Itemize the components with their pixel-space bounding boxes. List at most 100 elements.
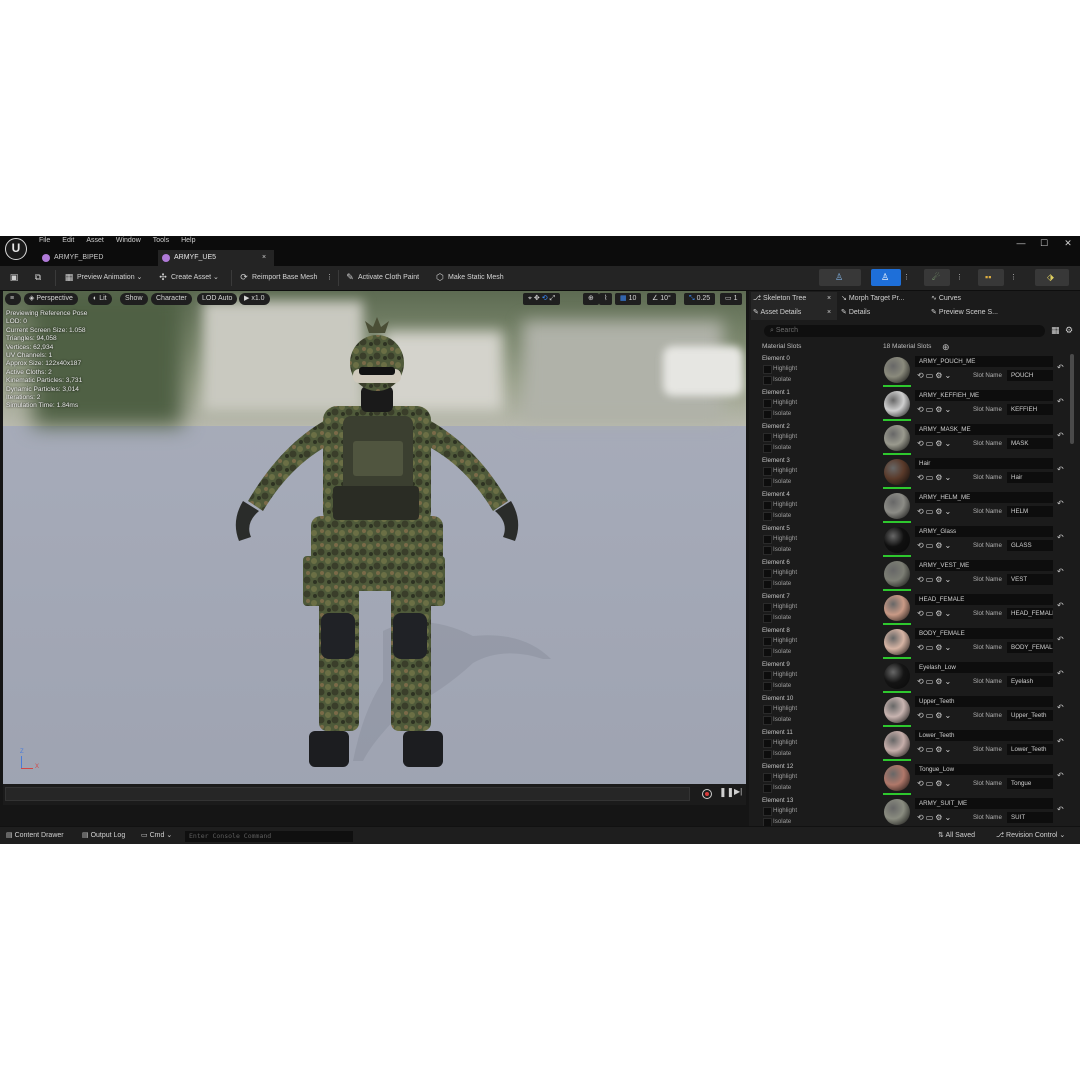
chevron-down-icon[interactable]: ⌄ bbox=[944, 643, 953, 652]
mesh-mode-button[interactable]: ♙ bbox=[871, 269, 901, 286]
close-window-icon[interactable]: ✕ bbox=[1061, 238, 1075, 249]
isolate-checkbox[interactable] bbox=[763, 716, 772, 725]
skeleton-mode-button[interactable]: ♙ bbox=[819, 269, 861, 286]
preview-animation-button[interactable]: ▦ Preview Animation ⌄ bbox=[64, 271, 143, 285]
slot-name-field[interactable]: SUIT bbox=[1007, 812, 1053, 823]
revision-control-button[interactable]: ⎇ Revision Control ⌄ bbox=[996, 830, 1065, 842]
tab-close-icon[interactable]: × bbox=[827, 292, 831, 306]
slot-name-field[interactable]: GLASS bbox=[1007, 540, 1053, 551]
unreal-logo-icon[interactable]: U bbox=[5, 238, 27, 260]
isolate-checkbox[interactable] bbox=[763, 614, 772, 623]
use-selected-icon[interactable]: ⟲ bbox=[917, 405, 926, 414]
material-thumbnail[interactable] bbox=[884, 527, 910, 553]
browse-folder-icon[interactable]: ▭ bbox=[926, 609, 936, 618]
material-asset-picker[interactable]: Hair bbox=[915, 458, 1053, 469]
menu-window[interactable]: Window bbox=[110, 236, 147, 246]
lod-button[interactable]: LOD Auto bbox=[197, 293, 238, 305]
slot-name-field[interactable]: Lower_Teeth bbox=[1007, 744, 1053, 755]
scrollbar[interactable] bbox=[1070, 354, 1074, 444]
scale-snap-button[interactable]: ⤡ 0.25 bbox=[684, 293, 716, 305]
reset-to-default-icon[interactable]: ↶ bbox=[1057, 431, 1064, 440]
chevron-down-icon[interactable]: ⌄ bbox=[944, 745, 953, 754]
surface-snap-icon[interactable]: ⌇ bbox=[599, 293, 613, 305]
material-asset-picker[interactable]: ARMY_SUIT_ME bbox=[915, 798, 1053, 809]
use-selected-icon[interactable]: ⟲ bbox=[917, 643, 926, 652]
highlight-checkbox[interactable] bbox=[763, 501, 772, 510]
slot-name-field[interactable]: VEST bbox=[1007, 574, 1053, 585]
chevron-down-icon[interactable]: ⌄ bbox=[944, 371, 953, 380]
skip-forward-icon[interactable]: ▶| bbox=[734, 787, 742, 796]
menu-tools[interactable]: Tools bbox=[147, 236, 175, 246]
material-asset-picker[interactable]: ARMY_POUCH_ME bbox=[915, 356, 1053, 367]
search-input[interactable]: ⌕ Search bbox=[764, 325, 1045, 337]
console-input[interactable]: Enter Console Command bbox=[185, 831, 353, 842]
material-asset-picker[interactable]: ARMY_HELM_ME bbox=[915, 492, 1053, 503]
isolate-checkbox[interactable] bbox=[763, 512, 772, 521]
material-asset-picker[interactable]: Eyelash_Low bbox=[915, 662, 1053, 673]
reset-to-default-icon[interactable]: ↶ bbox=[1057, 567, 1064, 576]
slot-name-field[interactable]: HELM bbox=[1007, 506, 1053, 517]
browse-folder-icon[interactable]: ▭ bbox=[926, 371, 936, 380]
maximize-icon[interactable]: ☐ bbox=[1037, 238, 1051, 249]
reset-to-default-icon[interactable]: ↶ bbox=[1057, 669, 1064, 678]
browse-folder-icon[interactable]: ▭ bbox=[926, 405, 936, 414]
more-options-icon[interactable]: ⋮ bbox=[1010, 271, 1017, 285]
highlight-checkbox[interactable] bbox=[763, 739, 772, 748]
material-asset-picker[interactable]: HEAD_FEMALE bbox=[915, 594, 1053, 605]
slot-name-field[interactable]: POUCH bbox=[1007, 370, 1053, 381]
use-selected-icon[interactable]: ⟲ bbox=[917, 677, 926, 686]
browse-folder-icon[interactable]: ▭ bbox=[926, 439, 936, 448]
material-thumbnail[interactable] bbox=[884, 663, 910, 689]
highlight-checkbox[interactable] bbox=[763, 807, 772, 816]
reset-to-default-icon[interactable]: ↶ bbox=[1057, 397, 1064, 406]
slot-name-field[interactable]: MASK bbox=[1007, 438, 1053, 449]
more-options-icon[interactable]: ⋮ bbox=[326, 271, 333, 285]
material-asset-picker[interactable]: Upper_Teeth bbox=[915, 696, 1053, 707]
reset-to-default-icon[interactable]: ↶ bbox=[1057, 533, 1064, 542]
reset-to-default-icon[interactable]: ↶ bbox=[1057, 465, 1064, 474]
tab-curves[interactable]: ∿ Curves bbox=[931, 292, 991, 306]
reset-to-default-icon[interactable]: ↶ bbox=[1057, 805, 1064, 814]
material-thumbnail[interactable] bbox=[884, 799, 910, 825]
material-thumbnail[interactable] bbox=[884, 731, 910, 757]
camera-speed-button[interactable]: ▭ 1 bbox=[720, 293, 743, 305]
make-static-mesh-button[interactable]: ⬡ Make Static Mesh bbox=[435, 271, 504, 285]
browse-folder-icon[interactable]: ▭ bbox=[926, 541, 936, 550]
isolate-checkbox[interactable] bbox=[763, 478, 772, 487]
browse-icon[interactable]: ⧉ bbox=[33, 271, 46, 285]
use-selected-icon[interactable]: ⟲ bbox=[917, 439, 926, 448]
highlight-checkbox[interactable] bbox=[763, 467, 772, 476]
browse-folder-icon[interactable]: ▭ bbox=[926, 813, 936, 822]
material-asset-picker[interactable]: ARMY_KEFFIEH_ME bbox=[915, 390, 1053, 401]
reset-to-default-icon[interactable]: ↶ bbox=[1057, 635, 1064, 644]
slot-name-field[interactable]: Hair bbox=[1007, 472, 1053, 483]
slot-name-field[interactable]: Eyelash bbox=[1007, 676, 1053, 687]
reset-to-default-icon[interactable]: ↶ bbox=[1057, 601, 1064, 610]
timeline-scrubber[interactable] bbox=[5, 787, 690, 801]
more-options-icon[interactable]: ⋮ bbox=[956, 271, 963, 285]
chevron-down-icon[interactable]: ⌄ bbox=[944, 405, 953, 414]
highlight-checkbox[interactable] bbox=[763, 671, 772, 680]
tab-armyf-biped[interactable]: ARMYF_BIPED bbox=[38, 250, 156, 266]
highlight-checkbox[interactable] bbox=[763, 603, 772, 612]
use-selected-icon[interactable]: ⟲ bbox=[917, 609, 926, 618]
all-saved-button[interactable]: ⇅ All Saved bbox=[938, 830, 975, 842]
browse-folder-icon[interactable]: ▭ bbox=[926, 643, 936, 652]
browse-folder-icon[interactable]: ▭ bbox=[926, 507, 936, 516]
chevron-down-icon[interactable]: ⌄ bbox=[944, 779, 953, 788]
content-drawer-button[interactable]: ▤ Content Drawer bbox=[6, 830, 64, 842]
tab-preview-scene-settings[interactable]: ✎ Preview Scene S... bbox=[931, 306, 1021, 320]
highlight-checkbox[interactable] bbox=[763, 705, 772, 714]
chevron-down-icon[interactable]: ⌄ bbox=[944, 473, 953, 482]
isolate-checkbox[interactable] bbox=[763, 818, 772, 826]
material-thumbnail[interactable] bbox=[884, 629, 910, 655]
menu-file[interactable]: File bbox=[33, 236, 56, 246]
chevron-down-icon[interactable]: ⌄ bbox=[944, 813, 953, 822]
reset-to-default-icon[interactable]: ↶ bbox=[1057, 363, 1064, 372]
material-asset-picker[interactable]: BODY_FEMALE bbox=[915, 628, 1053, 639]
playback-speed-button[interactable]: ▶ x1.0 bbox=[239, 293, 270, 305]
browse-folder-icon[interactable]: ▭ bbox=[926, 779, 936, 788]
create-asset-button[interactable]: ✣ Create Asset ⌄ bbox=[158, 271, 219, 285]
use-selected-icon[interactable]: ⟲ bbox=[917, 813, 926, 822]
more-options-icon[interactable]: ⋮ bbox=[903, 271, 910, 285]
